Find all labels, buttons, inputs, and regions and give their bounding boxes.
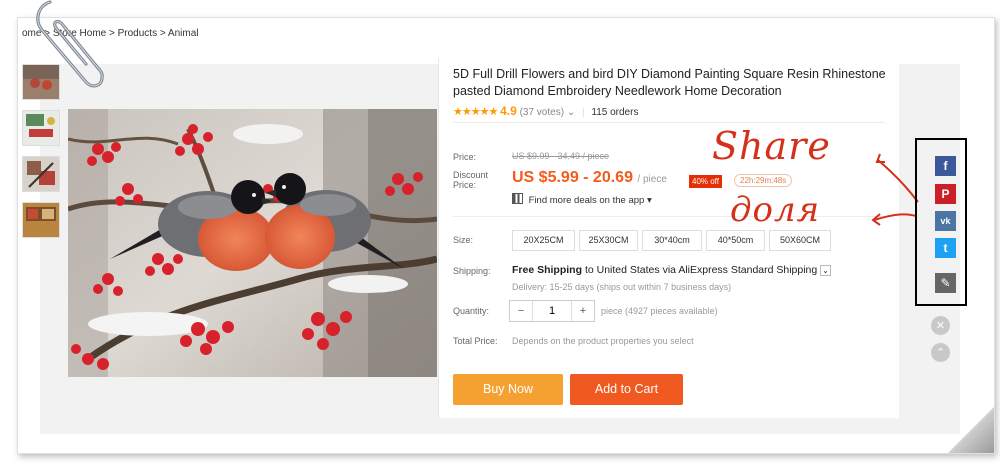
twitter-icon[interactable]: t	[935, 238, 956, 258]
discount-price-value: US $5.99 - 20.69	[512, 169, 633, 186]
product-info-panel: 5D Full Drill Flowers and bird DIY Diamo…	[438, 58, 899, 418]
shipping-method[interactable]: Free Shipping to United States via AliEx…	[512, 264, 831, 276]
size-option-50x60[interactable]: 50X60CM	[769, 230, 831, 251]
thumbnail-4[interactable]	[22, 202, 60, 238]
qr-code-icon	[512, 193, 523, 204]
rating-row: ★★★★★ 4.9 (37 votes) ⌄ | 115 orders	[453, 104, 639, 118]
discount-price-label: Discount Price:	[453, 170, 489, 190]
quantity-input[interactable]: 1	[532, 301, 572, 321]
orders-count: 115 orders	[591, 107, 639, 118]
scroll-top-icon[interactable]: ⌃	[931, 343, 950, 362]
chevron-down-icon: ▾	[646, 195, 652, 206]
total-price-note: Depends on the product properties you se…	[512, 336, 694, 346]
vk-icon[interactable]: vk	[935, 211, 956, 231]
price-label: Price:	[453, 152, 477, 162]
size-option-40x50[interactable]: 40*50cm	[706, 230, 765, 251]
quantity-stepper: − 1 +	[509, 300, 595, 322]
size-option-25x30[interactable]: 25X30CM	[579, 230, 638, 251]
close-icon[interactable]: ✕	[931, 316, 950, 335]
total-price-label: Total Price:	[453, 336, 498, 346]
delivery-estimate: Delivery: 15-25 days (ships out within 7…	[512, 282, 732, 292]
thumbnail-list	[22, 64, 60, 248]
shipping-label: Shipping:	[453, 266, 491, 276]
size-option-20x25[interactable]: 20X25CM	[512, 230, 575, 251]
thumbnail-2[interactable]	[22, 110, 60, 146]
discount-badge: 40% off	[689, 175, 722, 188]
pinterest-icon[interactable]: P	[935, 184, 956, 204]
discount-price: US $5.99 - 20.69 / piece	[512, 169, 667, 187]
divider	[453, 216, 885, 217]
chevron-down-icon[interactable]: ⌄	[820, 265, 831, 276]
price-unit: / piece	[637, 174, 667, 185]
annotation-share: Share	[712, 124, 831, 168]
app-deals-link[interactable]: Find more deals on the app ▾	[512, 193, 652, 206]
size-option-30x40[interactable]: 30*40cm	[642, 230, 702, 251]
rating-score: 4.9	[500, 104, 517, 118]
share-panel: f P vk t ✎	[915, 138, 967, 306]
free-shipping-text: Free Shipping	[512, 264, 583, 276]
original-price: US $9.99 - 34.49 / piece	[512, 151, 610, 161]
quantity-increase-button[interactable]: +	[572, 301, 594, 321]
product-main-image[interactable]	[68, 109, 437, 377]
countdown-timer: 22h:29m:48s	[734, 174, 793, 187]
add-to-cart-button[interactable]: Add to Cart	[570, 374, 683, 405]
app-deals-label: Find more deals on the app	[528, 195, 645, 206]
quantity-availability: piece (4927 pieces available)	[601, 306, 718, 316]
annotation-dolya: доля	[730, 190, 821, 230]
rating-stars: ★★★★★	[453, 106, 498, 118]
shipping-destination: to United States via AliExpress Standard…	[584, 264, 818, 276]
buy-now-button[interactable]: Buy Now	[453, 374, 563, 405]
size-label: Size:	[453, 235, 474, 245]
quantity-label: Quantity:	[453, 306, 490, 316]
edit-icon[interactable]: ✎	[935, 273, 956, 293]
thumbnail-3[interactable]	[22, 156, 60, 192]
chevron-down-icon[interactable]: ⌄	[567, 107, 575, 118]
thumbnail-1[interactable]	[22, 64, 60, 100]
quantity-decrease-button[interactable]: −	[510, 301, 532, 321]
product-title: 5D Full Drill Flowers and bird DIY Diamo…	[453, 67, 886, 98]
divider	[453, 122, 885, 123]
facebook-icon[interactable]: f	[935, 156, 956, 176]
rating-votes[interactable]: (37 votes)	[520, 107, 564, 118]
bullfinch-painting-image	[68, 109, 437, 377]
